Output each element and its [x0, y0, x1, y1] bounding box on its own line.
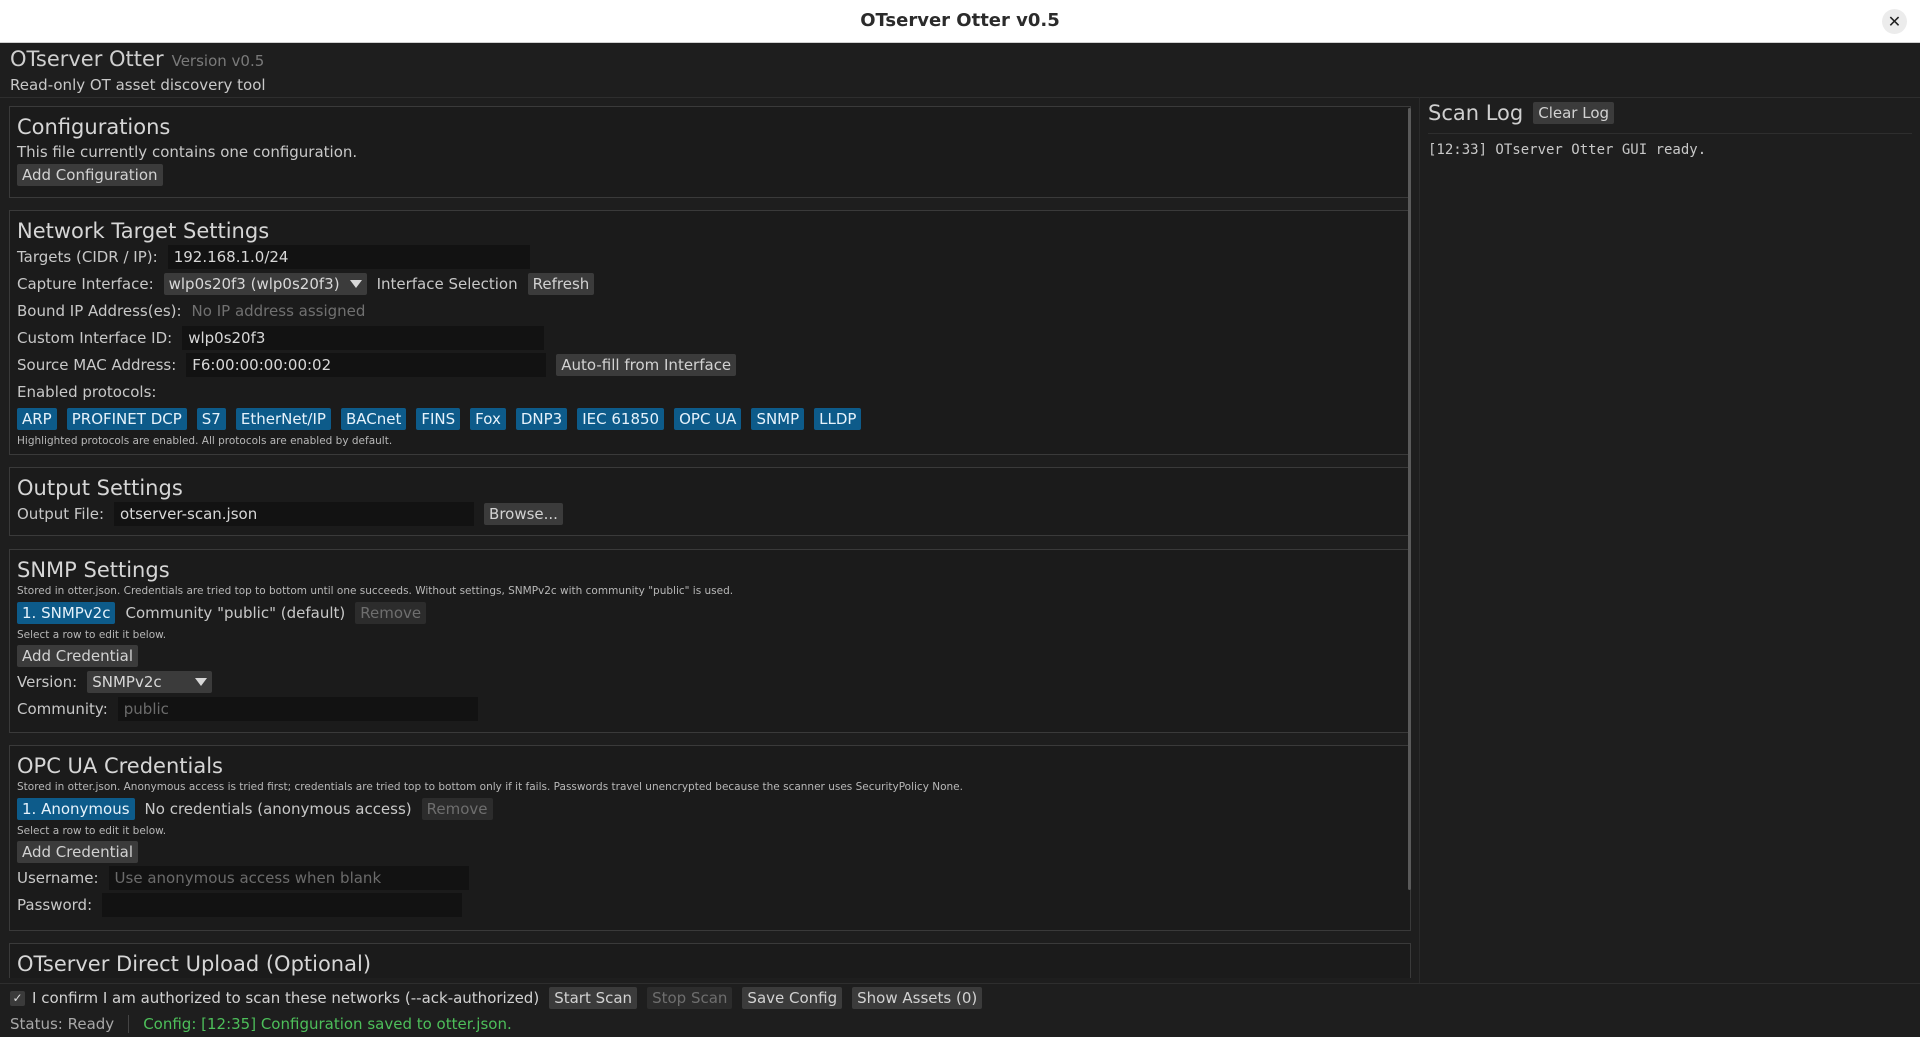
authorization-label[interactable]: I confirm I am authorized to scan these …	[32, 989, 539, 1007]
refresh-button[interactable]: Refresh	[527, 272, 595, 295]
capture-interface-value: wlp0s20f3 (wlp0s20f3)	[168, 274, 340, 293]
interface-selection-label: Interface Selection	[376, 274, 518, 293]
protocol-chip-dnp3[interactable]: DNP3	[515, 407, 568, 430]
pane-divider	[1419, 97, 1420, 983]
app-version: Version v0.5	[171, 52, 265, 70]
protocol-chip-fox[interactable]: Fox	[470, 407, 506, 430]
protocols-list: ARP PROFINET DCP S7 EtherNet/IP BACnet F…	[17, 405, 1403, 432]
output-file-label: Output File:	[17, 504, 105, 523]
version-dropdown[interactable]: SNMPv2c	[87, 670, 213, 693]
protocol-chip-profinet-dcp[interactable]: PROFINET DCP	[66, 407, 187, 430]
capture-interface-label: Capture Interface:	[17, 274, 154, 293]
section-heading: SNMP Settings	[17, 558, 170, 582]
window-titlebar: OTserver Otter v0.5 ✕	[0, 0, 1920, 43]
community-input[interactable]: public	[117, 696, 478, 721]
status-text: Status: Ready	[10, 1015, 115, 1033]
upload-section: OTserver Direct Upload (Optional)	[9, 943, 1411, 978]
clear-log-button[interactable]: Clear Log	[1533, 102, 1615, 124]
add-configuration-button[interactable]: Add Configuration	[17, 164, 163, 186]
network-target-section: Network Target Settings Targets (CIDR / …	[9, 210, 1411, 455]
opcua-section: OPC UA Credentials Stored in otter.json.…	[9, 745, 1411, 931]
protocol-chip-arp[interactable]: ARP	[17, 407, 57, 430]
protocol-chip-lldp[interactable]: LLDP	[814, 407, 862, 430]
custom-interface-label: Custom Interface ID:	[17, 328, 173, 347]
remove-button[interactable]: Remove	[355, 601, 427, 624]
status-separator	[128, 1015, 130, 1033]
custom-interface-input[interactable]: wlp0s20f3	[182, 325, 545, 350]
section-heading: OPC UA Credentials	[17, 754, 223, 778]
configurations-description: This file currently contains one configu…	[17, 139, 1403, 164]
section-heading: Output Settings	[17, 476, 183, 500]
username-label: Username:	[17, 868, 99, 887]
footer-divider	[0, 983, 1920, 984]
source-mac-input[interactable]: F6:00:00:00:00:02	[186, 352, 547, 377]
snmp-credential-row[interactable]: 1. SNMPv2c	[17, 601, 116, 624]
description-text: This file currently contains one configu…	[17, 142, 358, 161]
targets-input[interactable]: 192.168.1.0/24	[167, 244, 530, 269]
action-bar: ✓ I confirm I am authorized to scan thes…	[10, 987, 992, 1009]
password-input[interactable]	[102, 892, 463, 917]
protocols-label: Enabled protocols:	[17, 382, 157, 401]
source-mac-label: Source MAC Address:	[17, 355, 177, 374]
section-heading: Network Target Settings	[17, 219, 270, 243]
close-icon[interactable]: ✕	[1882, 9, 1907, 34]
scan-log-divider	[1428, 133, 1912, 134]
show-assets-button[interactable]: Show Assets (0)	[852, 987, 983, 1009]
targets-label: Targets (CIDR / IP):	[17, 247, 158, 266]
settings-pane[interactable]: Configurations This file currently conta…	[9, 106, 1411, 978]
protocols-note: Highlighted protocols are enabled. All p…	[17, 434, 393, 447]
protocol-chip-snmp[interactable]: SNMP	[751, 407, 805, 430]
header-divider	[0, 97, 1920, 98]
opcua-credential-row[interactable]: 1. Anonymous	[17, 797, 135, 820]
section-heading: Configurations	[17, 115, 171, 139]
snmp-credential-desc: Community "public" (default)	[125, 603, 346, 622]
section-heading: OTserver Direct Upload (Optional)	[17, 952, 372, 976]
protocol-chip-iec-61850[interactable]: IEC 61850	[577, 407, 665, 430]
start-scan-button[interactable]: Start Scan	[549, 987, 638, 1009]
output-section: Output Settings Output File: otserver-sc…	[9, 467, 1411, 536]
protocol-chip-opc-ua[interactable]: OPC UA	[674, 407, 742, 430]
scan-log-panel: Scan Log Clear Log [12:33] OTserver Otte…	[1428, 100, 1912, 158]
status-bar: Status: Ready Config: [12:35] Configurat…	[10, 1015, 512, 1033]
app-name: OTserver Otter	[10, 47, 164, 71]
opcua-credential-desc: No credentials (anonymous access)	[144, 799, 412, 818]
opcua-note: Stored in otter.json. Anonymous access i…	[17, 780, 963, 793]
output-file-input[interactable]: otserver-scan.json	[114, 501, 475, 526]
config-status-text: Config: [12:35] Configuration saved to o…	[143, 1015, 512, 1033]
stop-scan-button[interactable]: Stop Scan	[647, 987, 733, 1009]
save-config-button[interactable]: Save Config	[742, 987, 843, 1009]
version-label: Version:	[17, 672, 78, 691]
capture-interface-dropdown[interactable]: wlp0s20f3 (wlp0s20f3)	[163, 272, 367, 295]
autofill-button[interactable]: Auto-fill from Interface	[556, 353, 737, 376]
browse-button[interactable]: Browse...	[484, 502, 563, 525]
version-value: SNMPv2c	[92, 672, 162, 691]
username-input[interactable]: Use anonymous access when blank	[108, 865, 469, 890]
protocol-chip-bacnet[interactable]: BACnet	[340, 407, 407, 430]
bound-ip-value: No IP address assigned	[191, 301, 366, 320]
scan-log-title: Scan Log	[1428, 101, 1524, 125]
settings-scrollbar[interactable]	[1408, 108, 1411, 890]
protocol-chip-fins[interactable]: FINS	[416, 407, 461, 430]
window-title: OTserver Otter v0.5	[860, 10, 1060, 31]
community-label: Community:	[17, 699, 108, 718]
configurations-section: Configurations This file currently conta…	[9, 106, 1411, 198]
protocol-chip-s7[interactable]: S7	[196, 407, 226, 430]
protocol-chip-ethernet-ip[interactable]: EtherNet/IP	[235, 407, 331, 430]
select-hint: Select a row to edit it below.	[17, 824, 167, 837]
chevron-down-icon	[349, 279, 362, 288]
password-label: Password:	[17, 895, 93, 914]
bound-ip-label: Bound IP Address(es):	[17, 301, 182, 320]
select-hint: Select a row to edit it below.	[17, 628, 167, 641]
log-line: [12:33] OTserver Otter GUI ready.	[1428, 142, 1707, 158]
snmp-section: SNMP Settings Stored in otter.json. Cred…	[9, 549, 1411, 733]
snmp-note: Stored in otter.json. Credentials are tr…	[17, 584, 734, 597]
app-header: OTserver Otter Version v0.5	[10, 47, 264, 71]
add-credential-button[interactable]: Add Credential	[17, 644, 139, 667]
chevron-down-icon	[195, 677, 208, 686]
add-credential-button[interactable]: Add Credential	[17, 840, 139, 863]
remove-button[interactable]: Remove	[421, 797, 493, 820]
app-tagline: Read-only OT asset discovery tool	[10, 76, 266, 94]
authorization-checkbox[interactable]: ✓	[10, 990, 25, 1006]
